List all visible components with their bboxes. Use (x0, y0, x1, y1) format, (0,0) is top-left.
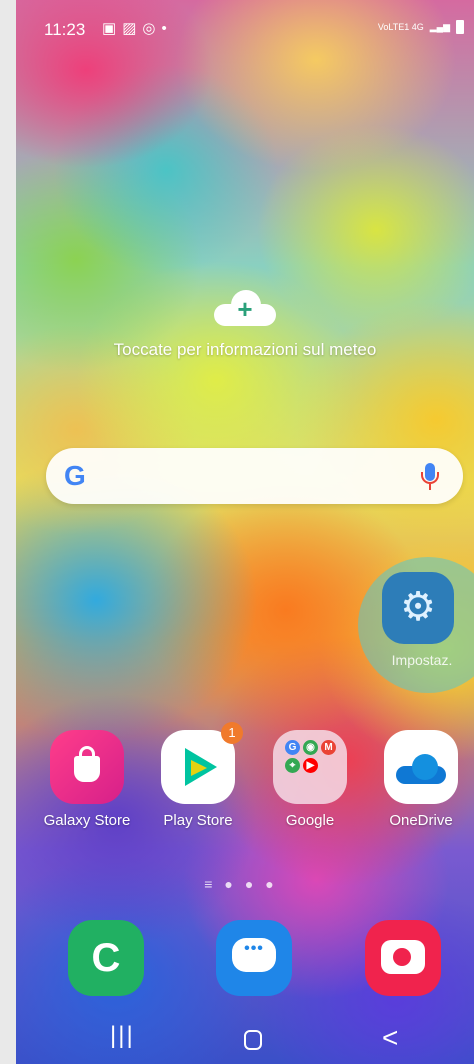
dock-camera[interactable] (365, 920, 441, 996)
onedrive-icon (384, 730, 458, 804)
battery-icon (456, 20, 464, 34)
status-right: VoLTE1 4G ▂▄▆ (378, 20, 464, 34)
page-indicator: ≡●●● (204, 876, 286, 892)
app-galaxy-store[interactable]: Galaxy Store (32, 730, 142, 829)
google-logo-icon: G (64, 460, 86, 491)
maps-icon: ⌖ (285, 758, 300, 773)
galaxy-store-icon (50, 730, 124, 804)
weather-widget[interactable]: + Toccate per informazioni sul meteo (16, 290, 474, 360)
gmail-icon: M (321, 740, 336, 755)
home-screen: 11:23 ▣▨◎• VoLTE1 4G ▂▄▆ + Toccate per i… (16, 0, 474, 1064)
chrome-icon: ◉ (303, 740, 318, 755)
settings-app-icon[interactable]: ⚙ (382, 572, 454, 644)
status-time: 11:23 (44, 20, 86, 39)
settings-app-label: Impostaz. (391, 652, 453, 668)
gear-icon: ⚙ (400, 585, 436, 629)
mic-icon[interactable] (417, 463, 443, 493)
phone-icon: C (91, 936, 121, 980)
dot-icon: • (161, 20, 173, 37)
google-folder-icon: G ◉ M ⌖ ▶ (273, 730, 347, 804)
weather-text: Toccate per informazioni sul meteo (113, 340, 377, 359)
signal-icon: ▂▄▆ (429, 21, 450, 32)
navigation-bar: ||| < (16, 1014, 474, 1064)
notification-icons: ▣▨◎• (102, 19, 173, 37)
app-play-store[interactable]: 1 Play Store (143, 722, 253, 829)
google-search-bar[interactable]: G (46, 448, 463, 504)
youtube-icon: ▶ (303, 758, 318, 773)
gallery-icon: ▨ (122, 20, 143, 37)
status-bar: 11:23 ▣▨◎• VoLTE1 4G ▂▄▆ (16, 0, 474, 56)
home-button[interactable] (244, 1030, 262, 1050)
app-label: Google (285, 812, 335, 829)
back-button[interactable]: < (382, 1022, 398, 1054)
dock-phone[interactable]: C (68, 920, 144, 996)
app-label: OneDrive (389, 812, 453, 829)
google-app-icon: G (285, 740, 300, 755)
recent-apps-button[interactable]: ||| (110, 1022, 135, 1050)
app-label: Galaxy Store (43, 812, 131, 829)
notification-badge: 1 (221, 722, 243, 744)
screenshot-icon: ▣ (102, 20, 123, 37)
app-onedrive[interactable]: OneDrive (366, 730, 474, 829)
app-label: Play Store (163, 812, 233, 829)
play-store-icon: 1 (161, 722, 243, 804)
network-indicator: VoLTE1 4G (377, 22, 424, 32)
dock-messages[interactable]: ••• (216, 920, 292, 996)
app-google-folder[interactable]: G ◉ M ⌖ ▶ Google (255, 730, 365, 829)
data-saver-icon: ◎ (142, 20, 162, 37)
cloud-plus-icon: + (214, 290, 276, 328)
